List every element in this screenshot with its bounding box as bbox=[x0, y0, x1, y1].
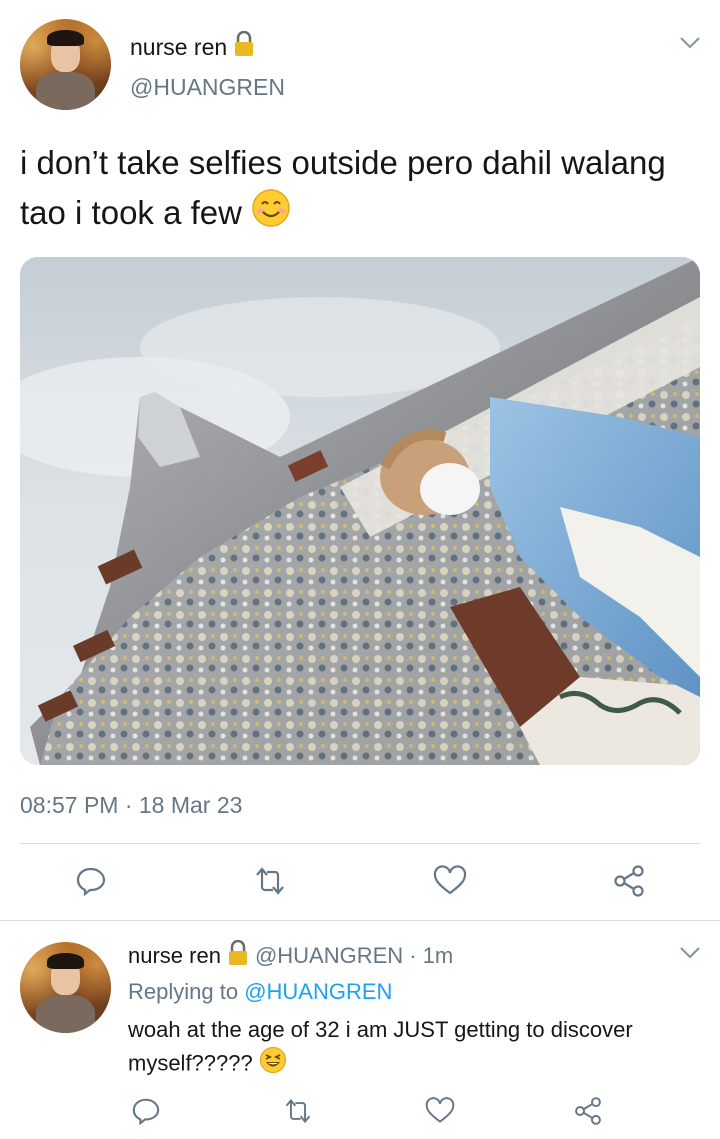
reply-author-avatar[interactable] bbox=[20, 942, 111, 1033]
replying-label: Replying to bbox=[128, 979, 239, 1004]
author-name-text: nurse ren bbox=[130, 33, 228, 60]
replying-to: Replying to @HUANGREN bbox=[128, 979, 392, 1005]
tweet-text: i don’t take selfies outside pero dahil … bbox=[20, 138, 710, 242]
grinning-squinting-emoji-icon bbox=[259, 1046, 287, 1083]
replying-to-link[interactable]: @HUANGREN bbox=[244, 979, 392, 1004]
lock-icon bbox=[233, 30, 255, 63]
tweet-photo[interactable] bbox=[20, 257, 700, 765]
author-avatar[interactable] bbox=[20, 19, 111, 110]
reply-time: · 1m bbox=[409, 943, 454, 968]
reply-text: woah at the age of 32 i am JUST getting … bbox=[128, 1013, 698, 1083]
reply-icon[interactable] bbox=[74, 864, 108, 898]
reply-author-handle[interactable]: @HUANGREN bbox=[255, 943, 403, 969]
reply-text-body: woah at the age of 32 i am JUST getting … bbox=[128, 1017, 633, 1076]
tweet-timestamp[interactable]: 08:57 PM · 18 Mar 23 bbox=[20, 792, 242, 819]
divider bbox=[20, 843, 700, 844]
divider bbox=[0, 920, 720, 921]
like-icon[interactable] bbox=[433, 864, 467, 898]
author-name[interactable]: nurse ren bbox=[130, 30, 255, 63]
share-icon[interactable] bbox=[612, 864, 646, 898]
reply-header: nurse ren @HUANGREN · 1m bbox=[128, 939, 454, 972]
tweet-text-body: i don’t take selfies outside pero dahil … bbox=[20, 144, 666, 231]
smiling-face-emoji-icon bbox=[251, 188, 291, 242]
chevron-down-icon[interactable] bbox=[679, 946, 701, 960]
like-icon[interactable] bbox=[423, 1094, 457, 1128]
lock-icon bbox=[227, 939, 249, 972]
chevron-down-icon[interactable] bbox=[679, 36, 701, 50]
retweet-icon[interactable] bbox=[281, 1094, 315, 1128]
share-icon[interactable] bbox=[571, 1094, 605, 1128]
reply-author-name[interactable]: nurse ren bbox=[128, 943, 221, 969]
retweet-icon[interactable] bbox=[253, 864, 287, 898]
reply-icon[interactable] bbox=[129, 1094, 163, 1128]
author-handle[interactable]: @HUANGREN bbox=[130, 74, 285, 101]
